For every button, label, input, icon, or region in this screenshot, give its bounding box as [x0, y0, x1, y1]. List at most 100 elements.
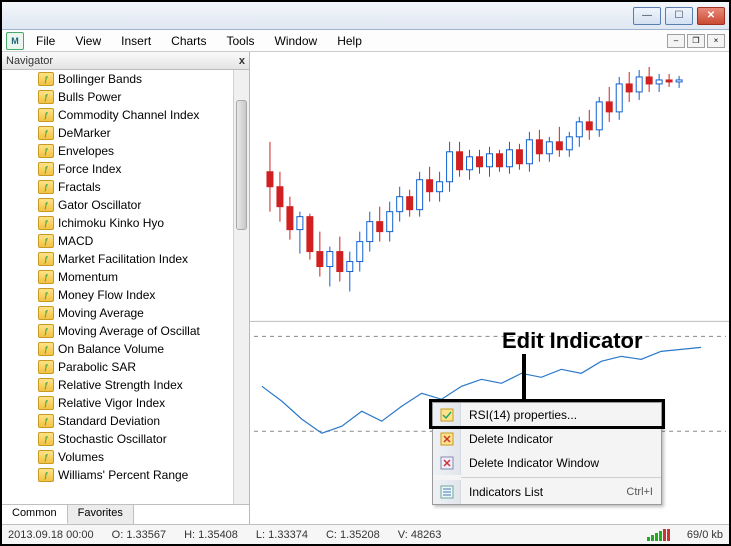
menu-file[interactable]: File	[28, 32, 63, 50]
indicator-tree-item[interactable]: ƒ Moving Average of Oscillat	[2, 322, 249, 340]
indicator-icon: ƒ	[38, 432, 54, 446]
status-datetime: 2013.09.18 00:00	[8, 529, 94, 541]
indicator-tree-item[interactable]: ƒFractals	[2, 178, 249, 196]
indicator-label: Money Flow Index	[58, 288, 155, 302]
indicator-icon: ƒ	[38, 90, 54, 104]
indicator-icon: ƒ	[38, 108, 54, 122]
menu-view[interactable]: View	[67, 32, 109, 50]
menu-tools[interactable]: Tools	[219, 32, 263, 50]
indicator-tree-item[interactable]: ƒ Gator Oscillator	[2, 196, 249, 214]
status-close: C: 1.35208	[326, 529, 380, 541]
tab-favorites[interactable]: Favorites	[68, 505, 134, 524]
indicator-icon: ƒ	[38, 270, 54, 284]
indicator-tree-item[interactable]: ƒ Bulls Power	[2, 88, 249, 106]
indicator-tree-item[interactable]: ƒRelative Vigor Index	[2, 394, 249, 412]
indicator-label: Ichimoku Kinko Hyo	[58, 216, 164, 230]
indicator-tree-item[interactable]: ƒMomentum	[2, 268, 249, 286]
close-button[interactable]: ✕	[697, 7, 725, 25]
context-menu-delete-window[interactable]: Delete Indicator Window	[433, 451, 661, 475]
menu-bar: M File View Insert Charts Tools Window H…	[2, 30, 729, 52]
menu-help[interactable]: Help	[329, 32, 370, 50]
indicator-icon: ƒ	[38, 306, 54, 320]
indicator-tree-item[interactable]: ƒMoney Flow Index	[2, 286, 249, 304]
indicator-label: Williams' Percent Range	[58, 468, 188, 482]
mdi-restore-button[interactable]: ❐	[687, 34, 705, 48]
indicator-tree-item[interactable]: ƒIchimoku Kinko Hyo	[2, 214, 249, 232]
indicator-tree-item[interactable]: ƒ Commodity Channel Index	[2, 106, 249, 124]
navigator-title: Navigator	[6, 55, 53, 67]
indicator-icon: ƒ	[38, 162, 54, 176]
indicator-icon: ƒ	[38, 414, 54, 428]
properties-icon	[440, 408, 454, 422]
indicator-label: Commodity Channel Index	[58, 108, 199, 122]
indicator-icon: ƒ	[38, 360, 54, 374]
status-open: O: 1.33567	[112, 529, 166, 541]
indicator-label: Standard Deviation	[58, 414, 160, 428]
mdi-close-button[interactable]: ×	[707, 34, 725, 48]
mdi-minimize-button[interactable]: –	[667, 34, 685, 48]
menu-charts[interactable]: Charts	[163, 32, 214, 50]
indicator-label: Parabolic SAR	[58, 360, 136, 374]
indicator-icon: ƒ	[38, 396, 54, 410]
indicator-icon: ƒ	[38, 468, 54, 482]
status-low: L: 1.33374	[256, 529, 308, 541]
indicator-label: Bulls Power	[58, 90, 121, 104]
indicator-tree-item[interactable]: ƒMoving Average	[2, 304, 249, 322]
indicator-label: DeMarker	[58, 126, 111, 140]
indicator-tree-item[interactable]: ƒ Relative Strength Index	[2, 376, 249, 394]
window-titlebar: — ☐ ✕	[2, 2, 729, 30]
context-menu-indicators-list[interactable]: Indicators List Ctrl+I	[433, 480, 661, 504]
indicator-icon: ƒ	[38, 180, 54, 194]
context-menu-properties[interactable]: RSI(14) properties...	[433, 403, 661, 427]
context-menu-indicators-list-label: Indicators List	[461, 485, 626, 499]
navigator-header: Navigator x	[2, 52, 249, 70]
indicator-icon: ƒ	[38, 126, 54, 140]
indicator-label: Stochastic Oscillator	[58, 432, 167, 446]
indicator-label: Envelopes	[58, 144, 114, 158]
indicator-tree-item[interactable]: ƒVolumes	[2, 448, 249, 466]
delete-window-icon	[440, 456, 454, 470]
minimize-button[interactable]: —	[633, 7, 661, 25]
indicator-icon: ƒ	[38, 234, 54, 248]
indicator-icon: ƒ	[38, 450, 54, 464]
indicator-tree-item[interactable]: ƒ DeMarker	[2, 124, 249, 142]
indicator-label: Gator Oscillator	[58, 198, 141, 212]
connection-bars-icon	[647, 528, 677, 540]
indicator-label: Moving Average of Oscillat	[58, 324, 200, 338]
tab-common[interactable]: Common	[2, 505, 68, 524]
context-menu-shortcut: Ctrl+I	[626, 486, 653, 498]
menu-window[interactable]: Window	[267, 32, 326, 50]
navigator-scrollbar[interactable]	[233, 70, 249, 504]
indicator-icon: ƒ	[38, 144, 54, 158]
context-menu-separator	[461, 477, 661, 478]
indicator-tree-item[interactable]: ƒ Standard Deviation	[2, 412, 249, 430]
indicator-tree-item[interactable]: ƒ Williams' Percent Range	[2, 466, 249, 484]
indicator-icon: ƒ	[38, 324, 54, 338]
indicator-tree-item[interactable]: ƒBollinger Bands	[2, 70, 249, 88]
indicator-tree-item[interactable]: ƒForce Index	[2, 160, 249, 178]
indicator-icon: ƒ	[38, 198, 54, 212]
navigator-tabs: Common Favorites	[2, 504, 249, 524]
indicator-label: Bollinger Bands	[58, 72, 142, 86]
indicator-label: Relative Strength Index	[58, 378, 183, 392]
context-menu-properties-label: RSI(14) properties...	[461, 408, 653, 422]
context-menu-delete-indicator[interactable]: Delete Indicator	[433, 427, 661, 451]
indicator-icon: ƒ	[38, 378, 54, 392]
indicator-tree-item[interactable]: ƒ Parabolic SAR	[2, 358, 249, 376]
menu-insert[interactable]: Insert	[113, 32, 159, 50]
indicator-tree-item[interactable]: ƒOn Balance Volume	[2, 340, 249, 358]
context-menu: RSI(14) properties... Delete Indicator D…	[432, 402, 662, 505]
indicators-list-icon	[440, 485, 454, 499]
indicator-tree-item[interactable]: ƒ Stochastic Oscillator	[2, 430, 249, 448]
status-bar: 2013.09.18 00:00 O: 1.33567 H: 1.35408 L…	[2, 524, 729, 544]
scrollbar-thumb[interactable]	[236, 100, 247, 230]
navigator-close-button[interactable]: x	[239, 55, 245, 67]
indicator-tree-item[interactable]: ƒMACD	[2, 232, 249, 250]
indicator-tree-item[interactable]: ƒ Envelopes	[2, 142, 249, 160]
indicator-tree-item[interactable]: ƒMarket Facilitation Index	[2, 250, 249, 268]
context-menu-delete-window-label: Delete Indicator Window	[461, 456, 653, 470]
context-menu-delete-indicator-label: Delete Indicator	[461, 432, 653, 446]
status-volume: V: 48263	[398, 529, 442, 541]
maximize-button[interactable]: ☐	[665, 7, 693, 25]
indicator-label: On Balance Volume	[58, 342, 164, 356]
